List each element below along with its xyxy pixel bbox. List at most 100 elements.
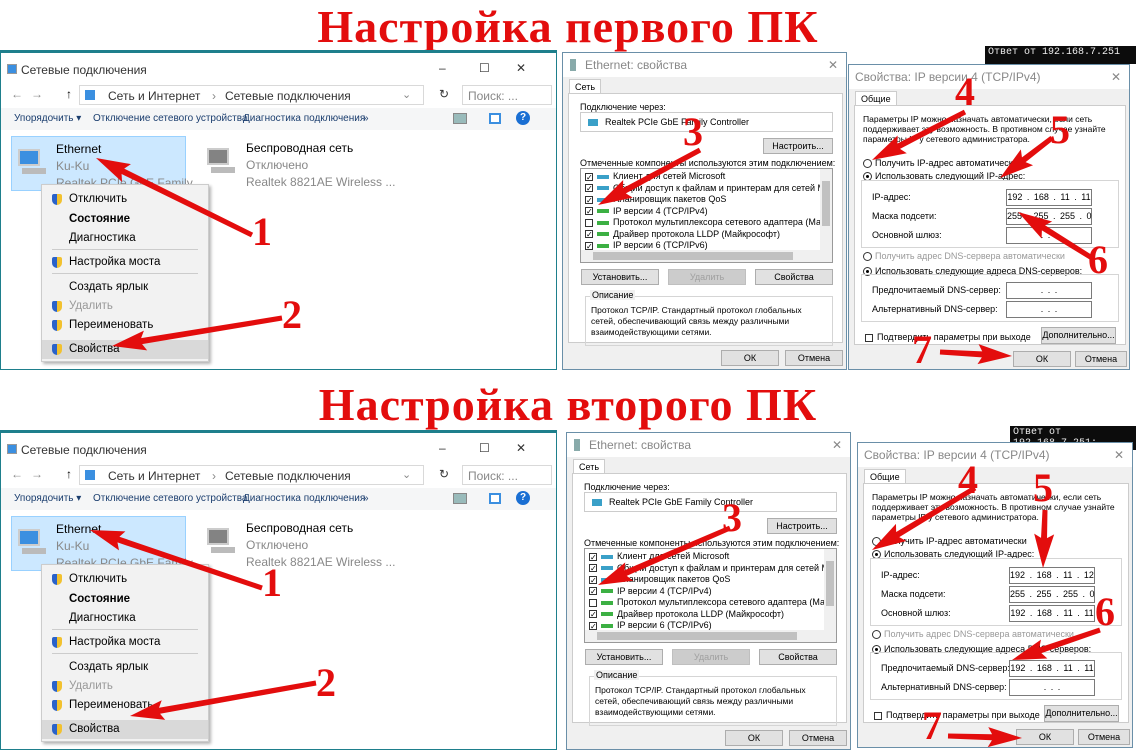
component-item[interactable]: ✓ Планировщик пакетов QoS — [589, 574, 730, 584]
close-button[interactable]: ✕ — [516, 441, 526, 455]
component-checkbox[interactable]: ✓ — [585, 172, 593, 181]
radio-auto-dns[interactable]: Получить адрес DNS-сервера автоматически — [872, 629, 1074, 640]
component-item[interactable]: Протокол мультиплексора сетевого адаптер… — [585, 217, 832, 227]
component-checkbox[interactable] — [589, 598, 597, 607]
alternate-dns-input[interactable]: . . . — [1006, 301, 1092, 318]
component-checkbox[interactable] — [585, 218, 593, 227]
subnet-mask-input[interactable]: 255 . 255 . 255 . 0 — [1006, 208, 1092, 225]
context-menu-item[interactable]: Удалить — [42, 677, 208, 696]
horizontal-scrollbar[interactable] — [585, 630, 836, 642]
help-icon[interactable]: ? — [516, 491, 530, 505]
context-menu-item[interactable]: Состояние — [42, 210, 208, 229]
refresh-button[interactable]: ↻ — [439, 87, 449, 101]
address-bar[interactable]: Сеть и Интернет › Сетевые подключения ⌄ — [79, 465, 424, 485]
ip-address-input[interactable]: 192 . 168 . 11 . 12 — [1009, 567, 1095, 584]
back-button[interactable]: ← — [11, 467, 23, 481]
radio-button[interactable] — [863, 252, 872, 262]
cancel-button[interactable]: Отмена — [785, 350, 843, 366]
component-checkbox[interactable]: ✓ — [585, 195, 593, 204]
component-item[interactable]: ✓ IP версии 6 (TCP/IPv6) — [585, 240, 708, 250]
properties-button[interactable]: Свойства — [759, 649, 837, 665]
toolbar-organize[interactable]: Упорядочить ▾ — [14, 493, 81, 504]
component-item[interactable]: ✓ Драйвер протокола LLDP (Майкрософт) — [585, 229, 780, 239]
advanced-button[interactable]: Дополнительно... — [1044, 705, 1119, 722]
component-item[interactable]: ✓ Общий доступ к файлам и принтерам для с… — [589, 563, 836, 573]
context-menu-item[interactable]: Диагностика — [42, 229, 208, 248]
connection-wireless[interactable]: Беспроводная сеть Отключено Realtek 8821AE… — [201, 136, 401, 191]
context-menu-item[interactable]: Отключить — [42, 190, 208, 209]
preferred-dns-input[interactable]: 192 . 168 . 11 . 11 — [1009, 660, 1095, 677]
breadcrumb-item[interactable]: Сеть и Интернет — [108, 469, 200, 483]
component-item[interactable]: ✓ IP версии 4 (TCP/IPv4) — [585, 206, 708, 216]
context-menu-item[interactable]: Диагностика — [42, 609, 208, 628]
ok-button[interactable]: ОК — [725, 730, 783, 746]
context-menu-item[interactable]: Переименовать — [42, 696, 208, 715]
tab-network[interactable]: Сеть — [569, 79, 602, 94]
toolbar-organize[interactable]: Упорядочить ▾ — [14, 113, 81, 124]
radio-auto-dns[interactable]: Получить адрес DNS-сервера автоматически — [863, 251, 1065, 262]
component-item[interactable]: ✓ IP версии 4 (TCP/IPv4) — [589, 586, 712, 596]
context-menu-item[interactable]: Переименовать — [42, 316, 208, 335]
close-button[interactable]: ✕ — [1114, 448, 1124, 462]
radio-button[interactable] — [863, 159, 872, 169]
configure-button[interactable]: Настроить... — [763, 138, 833, 154]
chevron-down-icon[interactable]: ⌄ — [402, 88, 411, 101]
breadcrumb-item[interactable]: Сетевые подключения — [225, 469, 351, 483]
close-button[interactable]: ✕ — [516, 61, 526, 75]
checkbox[interactable] — [874, 711, 882, 720]
forward-button[interactable]: → — [31, 467, 43, 481]
validate-on-exit-checkbox[interactable]: Подтвердить параметры при выходе — [865, 332, 1031, 342]
subnet-mask-input[interactable]: 255 . 255 . 255 . 0 — [1009, 586, 1095, 603]
search-input[interactable]: Поиск: ... — [462, 85, 552, 105]
view-options-icon[interactable] — [453, 493, 467, 504]
breadcrumb-item[interactable]: Сеть и Интернет — [108, 89, 200, 103]
ok-button[interactable]: ОК — [721, 350, 779, 366]
ok-button[interactable]: ОК — [1013, 351, 1071, 367]
component-item[interactable]: Протокол мультиплексора сетевого адаптер… — [589, 597, 836, 607]
cancel-button[interactable]: Отмена — [789, 730, 847, 746]
preferred-dns-input[interactable]: . . . — [1006, 282, 1092, 299]
component-checkbox[interactable]: ✓ — [589, 552, 597, 561]
toolbar-more[interactable]: » — [363, 113, 369, 124]
preview-pane-icon[interactable] — [489, 493, 501, 504]
component-checkbox[interactable]: ✓ — [589, 587, 597, 596]
advanced-button[interactable]: Дополнительно... — [1041, 327, 1116, 344]
configure-button[interactable]: Настроить... — [767, 518, 837, 534]
context-menu-item[interactable]: Свойства — [42, 340, 208, 359]
context-menu-item[interactable]: Свойства — [42, 720, 208, 739]
horizontal-scrollbar[interactable] — [581, 250, 832, 262]
forward-button[interactable]: → — [31, 87, 43, 101]
breadcrumb-item[interactable]: Сетевые подключения — [225, 89, 351, 103]
search-input[interactable]: Поиск: ... — [462, 465, 552, 485]
install-button[interactable]: Установить... — [581, 269, 659, 285]
maximize-button[interactable]: ☐ — [479, 61, 490, 75]
component-checkbox[interactable]: ✓ — [585, 241, 593, 250]
help-icon[interactable]: ? — [516, 111, 530, 125]
connection-wireless[interactable]: Беспроводная сеть Отключено Realtek 8821AE… — [201, 516, 401, 571]
back-button[interactable]: ← — [11, 87, 23, 101]
alternate-dns-input[interactable]: . . . — [1009, 679, 1095, 696]
component-checkbox[interactable]: ✓ — [589, 564, 597, 573]
minimize-button[interactable]: – — [439, 441, 446, 455]
component-item[interactable]: ✓ Драйвер протокола LLDP (Майкрософт) — [589, 609, 784, 619]
up-button[interactable]: ↑ — [66, 87, 72, 101]
close-button[interactable]: ✕ — [828, 58, 838, 72]
context-menu-item[interactable]: Настройка моста — [42, 633, 208, 652]
context-menu-item[interactable]: Настройка моста — [42, 253, 208, 272]
gateway-input[interactable]: 192 . 168 . 11 . 11 — [1009, 605, 1095, 622]
context-menu-item[interactable]: Создать ярлык — [42, 658, 208, 677]
close-button[interactable]: ✕ — [832, 438, 842, 452]
component-item[interactable]: ✓ Клиент для сетей Microsoft — [585, 171, 725, 181]
toolbar-more[interactable]: » — [363, 493, 369, 504]
component-item[interactable]: ✓ Клиент для сетей Microsoft — [589, 551, 729, 561]
up-button[interactable]: ↑ — [66, 467, 72, 481]
view-options-icon[interactable] — [453, 113, 467, 124]
cancel-button[interactable]: Отмена — [1078, 729, 1130, 745]
component-item[interactable]: ✓ IP версии 6 (TCP/IPv6) — [589, 620, 712, 630]
radio-button[interactable] — [872, 537, 881, 547]
vertical-scrollbar[interactable] — [824, 549, 836, 631]
checkbox[interactable] — [865, 333, 873, 342]
tab-general[interactable]: Общие — [855, 91, 897, 106]
remove-button[interactable]: Удалить — [672, 649, 750, 665]
properties-button[interactable]: Свойства — [755, 269, 833, 285]
